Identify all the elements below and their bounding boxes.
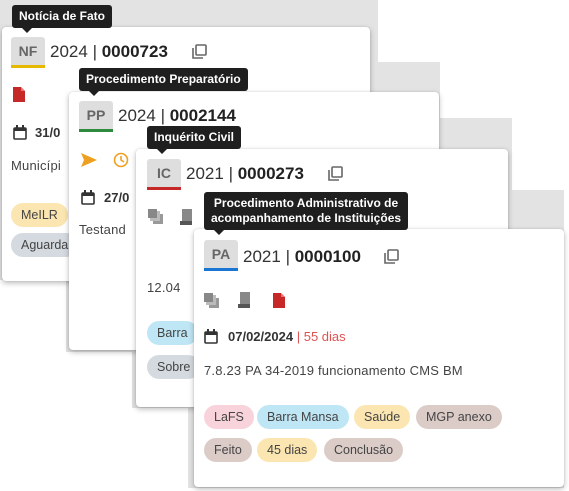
process-type-tooltip: Procedimento Preparatório	[79, 68, 248, 96]
process-number: 2021 | 0000100	[243, 247, 361, 266]
clock-icon[interactable]	[113, 152, 129, 168]
process-description: Municípi	[11, 158, 62, 173]
process-type-tooltip: Inquérito Civil	[147, 126, 242, 154]
tag-chip[interactable]: Barra Mansa	[257, 405, 349, 429]
process-type-tooltip: Notícia de Fato	[12, 5, 113, 33]
stack-icon[interactable]	[148, 209, 164, 225]
tooltip-line: Procedimento Administrativo de	[213, 196, 399, 210]
process-number: 2021 | 0000273	[186, 164, 304, 183]
tag-chip[interactable]: Sobre	[147, 355, 201, 379]
send-icon[interactable]	[81, 153, 97, 167]
days-elapsed: 55 dias	[303, 329, 346, 344]
badge-color-bar	[79, 129, 113, 132]
process-date: 31/0	[35, 125, 61, 140]
tag-chip[interactable]: LaFS	[204, 405, 254, 429]
calendar-icon	[204, 329, 218, 344]
process-card-pa[interactable]: PA 2021 | 0000100 07/02/2024 | 55 dias 7…	[194, 229, 564, 487]
date-separator: |	[296, 329, 301, 344]
process-description: 7.8.23 PA 34-2019 funcionamento CMS BM	[204, 363, 463, 378]
calendar-icon	[81, 190, 95, 205]
calendar-icon	[13, 125, 27, 140]
process-type-badge: PA	[204, 240, 238, 271]
copy-icon[interactable]	[328, 166, 343, 181]
tag-chip[interactable]: MGP anexo	[416, 405, 502, 429]
print-icon[interactable]	[180, 209, 192, 225]
process-type-tooltip: Procedimento Administrativo de acompanha…	[204, 192, 409, 235]
badge-color-bar	[11, 65, 45, 68]
tag-chip[interactable]: Saúde	[354, 405, 411, 429]
pdf-file-icon[interactable]	[273, 293, 285, 308]
print-icon[interactable]	[238, 292, 250, 308]
process-type-badge: IC	[147, 159, 181, 190]
badge-color-bar	[147, 187, 181, 190]
process-number: 2024 | 0002144	[118, 106, 236, 125]
process-number: 2024 | 0000723	[50, 42, 168, 61]
process-type-badge: NF	[11, 37, 45, 68]
process-date: 27/0	[104, 190, 130, 205]
tooltip-line: acompanhamento de Instituições	[211, 211, 402, 225]
stack-icon[interactable]	[204, 293, 220, 309]
tag-chip[interactable]: Conclusão	[324, 438, 404, 462]
process-type-badge: PP	[79, 101, 113, 132]
tag-chip[interactable]: Barra	[147, 321, 198, 345]
pdf-file-icon[interactable]	[13, 87, 25, 102]
badge-color-bar	[204, 268, 238, 271]
tag-chip[interactable]: 45 dias	[257, 438, 318, 462]
process-description: Testand	[79, 222, 126, 237]
tag-chip[interactable]: Feito	[204, 438, 252, 462]
process-description: 12.04	[147, 280, 181, 295]
process-date: 07/02/2024 | 55 dias	[228, 329, 346, 344]
tag-chip[interactable]: MeILR	[11, 203, 68, 227]
copy-icon[interactable]	[192, 44, 207, 59]
copy-icon[interactable]	[384, 249, 399, 264]
